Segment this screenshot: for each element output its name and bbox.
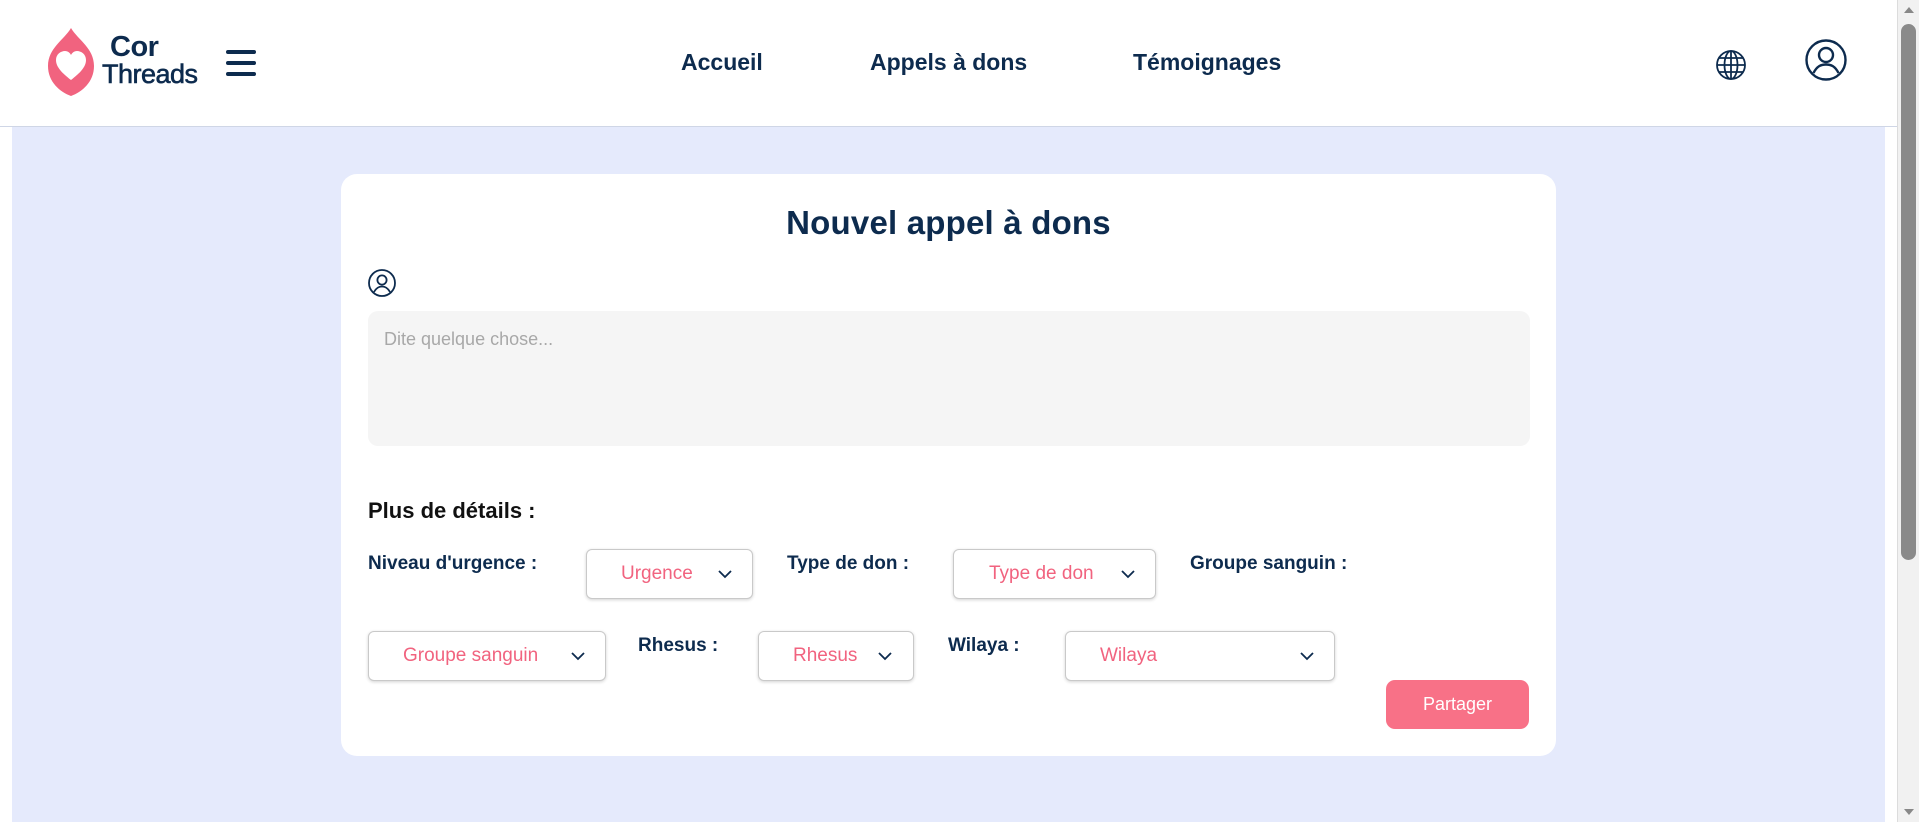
wilaya-select[interactable]: Wilaya	[1065, 631, 1335, 681]
wilaya-label: Wilaya :	[948, 635, 1020, 656]
logo-line-2: Threads	[102, 59, 199, 89]
details-heading: Plus de détails :	[368, 498, 536, 523]
top-header: Cor Threads Accueil Appels à dons Témoig…	[0, 0, 1897, 127]
message-input[interactable]	[368, 311, 1530, 446]
user-circle-icon	[367, 268, 397, 303]
rhesus-label: Rhesus :	[638, 635, 719, 656]
chevron-down-icon	[718, 570, 732, 579]
urgency-label: Niveau d'urgence :	[368, 553, 538, 574]
nav-temoignages[interactable]: Témoignages	[1133, 49, 1281, 76]
blood-group-label: Groupe sanguin :	[1190, 553, 1348, 574]
blood-group-select[interactable]: Groupe sanguin	[368, 631, 606, 681]
chevron-down-icon	[878, 652, 892, 661]
rhesus-select-value: Rhesus	[793, 645, 858, 666]
scroll-down-arrow-icon[interactable]	[1903, 806, 1915, 818]
chevron-down-icon	[1121, 570, 1135, 579]
hamburger-menu-icon[interactable]	[226, 50, 256, 76]
page-right-gutter	[1885, 127, 1897, 822]
donation-type-label: Type de don :	[787, 553, 910, 574]
chevron-down-icon	[1300, 652, 1314, 661]
blood-group-select-value: Groupe sanguin	[403, 645, 539, 666]
nav-accueil[interactable]: Accueil	[681, 49, 763, 76]
heart-logo-icon	[48, 28, 94, 96]
vertical-scrollbar[interactable]	[1897, 0, 1919, 822]
chevron-down-icon	[571, 652, 585, 661]
donation-type-select[interactable]: Type de don	[953, 549, 1156, 599]
scrollbar-thumb[interactable]	[1901, 24, 1916, 560]
nav-appels-a-dons[interactable]: Appels à dons	[870, 49, 1027, 76]
account-icon[interactable]	[1804, 38, 1848, 87]
wilaya-select-value: Wilaya	[1100, 645, 1158, 666]
logo-text: Cor Threads	[102, 31, 199, 89]
logo[interactable]: Cor Threads	[44, 26, 204, 98]
globe-icon[interactable]	[1714, 48, 1748, 87]
new-donation-call-card: Nouvel appel à dons Plus de détails : Ni…	[341, 174, 1556, 756]
page-title: Nouvel appel à dons	[786, 204, 1111, 241]
logo-line-1: Cor	[110, 31, 159, 63]
donation-type-select-value: Type de don	[989, 563, 1094, 584]
scroll-up-arrow-icon[interactable]	[1903, 4, 1915, 16]
urgency-select[interactable]: Urgence	[586, 549, 753, 599]
rhesus-select[interactable]: Rhesus	[758, 631, 914, 681]
page-left-gutter	[0, 127, 12, 822]
urgency-select-value: Urgence	[621, 563, 693, 584]
share-button[interactable]: Partager	[1386, 680, 1529, 729]
